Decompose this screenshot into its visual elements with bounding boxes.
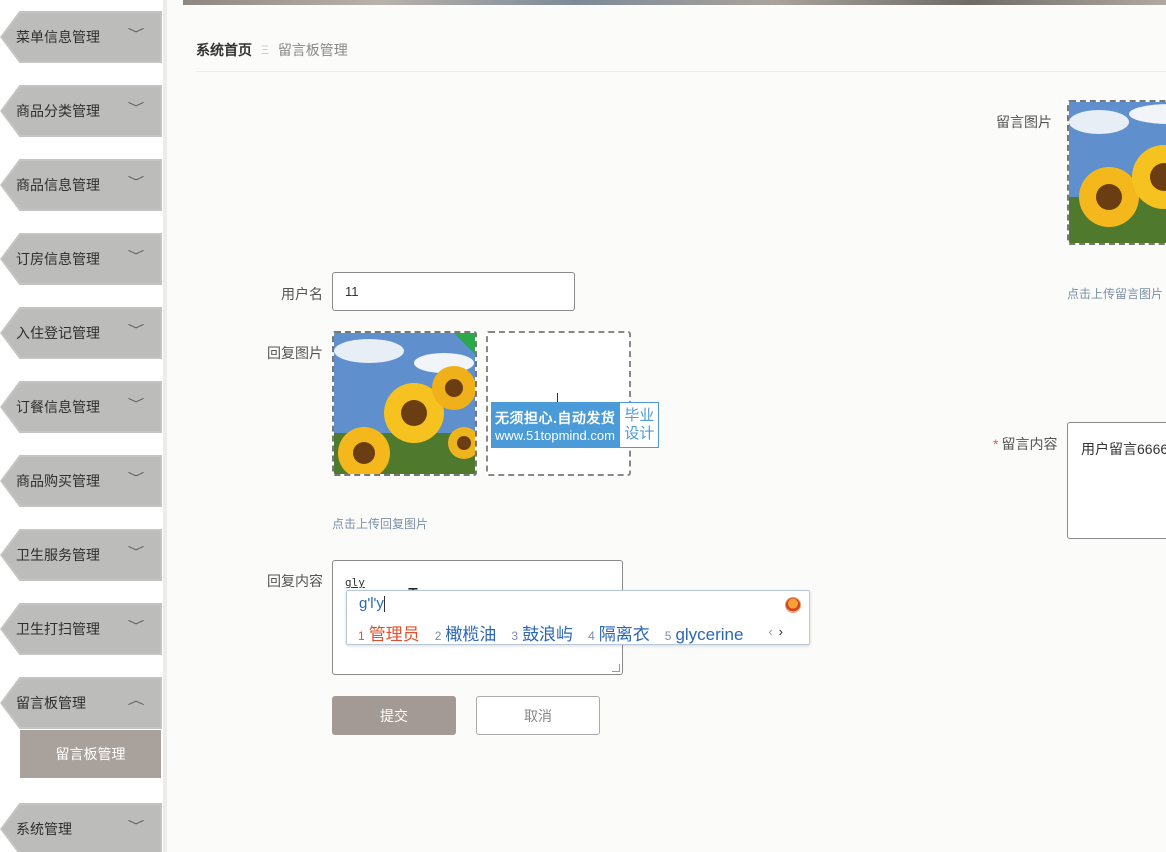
sidebar-item-cleaning[interactable]: 卫生打扫管理 ﹀	[0, 603, 162, 655]
breadcrumb-home[interactable]: 系统首页	[196, 40, 252, 60]
breadcrumb-separator-icon: Ξ	[261, 43, 269, 57]
divider	[196, 71, 1166, 72]
sidebar-item-goods-info[interactable]: 商品信息管理 ﹀	[0, 159, 162, 211]
sunflower-image	[334, 333, 475, 474]
message-image-label: 留言图片	[996, 114, 1052, 130]
watermark-badge: 无须担心.自动发货 www.51topmind.com 毕业 设计	[491, 402, 660, 448]
submit-button[interactable]: 提交	[332, 696, 456, 735]
sidebar-item-checkin[interactable]: 入住登记管理 ﹀	[0, 307, 162, 359]
username-label: 用户名	[281, 286, 323, 302]
sidebar-item-goods-category[interactable]: 商品分类管理 ﹀	[0, 85, 162, 137]
username-input[interactable]: 11	[332, 272, 575, 311]
message-content-textarea[interactable]: 用户留言6666	[1067, 422, 1166, 539]
cancel-button[interactable]: 取消	[476, 696, 600, 735]
sidebar-item-meal-order[interactable]: 订餐信息管理 ﹀	[0, 381, 162, 433]
sidebar-item-label: 商品分类管理	[16, 103, 100, 119]
ime-candidate[interactable]: 4 隔离衣	[588, 620, 650, 645]
chevron-down-icon: ﹀	[127, 545, 145, 559]
sidebar-item-label: 入住登记管理	[16, 325, 100, 341]
ime-candidate[interactable]: 1 管理员	[358, 620, 420, 645]
sidebar-item-label: 商品信息管理	[16, 177, 100, 193]
message-content-label: * 留言内容	[993, 436, 1058, 452]
sidebar-item-label: 系统管理	[16, 821, 72, 837]
chevron-down-icon: ﹀	[127, 249, 145, 263]
ime-candidate-popup: g'l'y 1 管理员 2 橄榄油 3 鼓浪屿 4 隔离衣 5 glycerine ‹ ›	[346, 590, 810, 645]
chevron-down-icon: ﹀	[127, 471, 145, 485]
sidebar-item-goods-purchase[interactable]: 商品购买管理 ﹀	[0, 455, 162, 507]
chevron-down-icon: ﹀	[127, 27, 145, 41]
chevron-down-icon: ﹀	[127, 101, 145, 115]
chevron-down-icon: ﹀	[127, 323, 145, 337]
required-asterisk: *	[993, 436, 999, 452]
ime-candidate[interactable]: 5 glycerine	[665, 625, 744, 645]
chevron-down-icon: ﹀	[127, 619, 145, 633]
sidebar-item-room-booking[interactable]: 订房信息管理 ﹀	[0, 233, 162, 285]
sidebar-item-label: 商品购买管理	[16, 473, 100, 489]
ime-logo-icon	[785, 597, 801, 613]
sidebar-item-label: 留言板管理	[16, 695, 86, 711]
ime-candidate[interactable]: 3 鼓浪屿	[511, 620, 573, 645]
ime-candidate[interactable]: 2 橄榄油	[435, 620, 497, 645]
sidebar: 菜单信息管理 ﹀ 商品分类管理 ﹀ 商品信息管理 ﹀ 订房信息管理 ﹀ 入住登记…	[0, 0, 167, 852]
sidebar-item-label: 菜单信息管理	[16, 29, 100, 45]
ime-candidates: 1 管理员 2 橄榄油 3 鼓浪屿 4 隔离衣 5 glycerine	[358, 620, 758, 645]
sidebar-item-hygiene-service[interactable]: 卫生服务管理 ﹀	[0, 529, 162, 581]
reply-image-label: 回复图片	[267, 345, 323, 361]
chevron-down-icon: ﹀	[127, 819, 145, 833]
upload-reply-image-link[interactable]: 点击上传回复图片	[332, 515, 428, 532]
ime-next-icon[interactable]: ›	[779, 624, 783, 639]
chevron-down-icon: ﹀	[127, 397, 145, 411]
sidebar-item-label: 卫生服务管理	[16, 547, 100, 563]
username-value: 11	[345, 284, 359, 299]
chevron-up-icon: ︿	[127, 693, 145, 707]
chevron-down-icon: ﹀	[127, 175, 145, 189]
top-banner-strip	[183, 0, 1166, 5]
message-image[interactable]	[1067, 100, 1166, 245]
reply-content-value: gly	[345, 576, 365, 589]
ime-composition: g'l'y	[359, 595, 385, 613]
breadcrumb: 系统首页 Ξ 留言板管理	[196, 40, 348, 60]
sunflower-image	[1069, 102, 1166, 243]
upload-message-image-link[interactable]: 点击上传留言图片	[1067, 285, 1163, 302]
reply-image[interactable]	[332, 331, 477, 476]
sidebar-item-label: 订房信息管理	[16, 251, 100, 267]
sidebar-item-label: 订餐信息管理	[16, 399, 100, 415]
sidebar-item-menu-info[interactable]: 菜单信息管理 ﹀	[0, 11, 162, 63]
breadcrumb-current: 留言板管理	[277, 42, 348, 58]
ime-prev-icon[interactable]: ‹	[768, 624, 772, 639]
sidebar-subitem-message-board[interactable]: 留言板管理	[20, 730, 161, 778]
sidebar-item-message-board[interactable]: 留言板管理 ︿	[0, 677, 162, 729]
ime-page-arrows: ‹ ›	[768, 624, 783, 639]
message-content-value: 用户留言6666	[1081, 441, 1166, 457]
resize-handle-icon[interactable]	[612, 664, 620, 672]
reply-content-label: 回复内容	[267, 573, 323, 589]
sidebar-item-label: 卫生打扫管理	[16, 621, 100, 637]
sidebar-item-system[interactable]: 系统管理 ﹀	[0, 803, 162, 852]
